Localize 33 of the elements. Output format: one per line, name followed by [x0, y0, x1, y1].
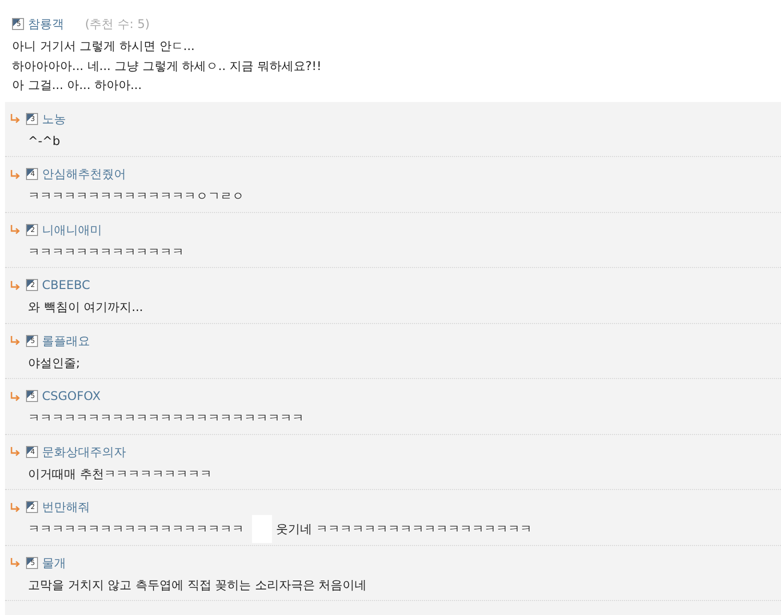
author-name[interactable]: 롤플래요: [42, 332, 90, 348]
reply-arrow-icon: [10, 502, 20, 512]
recommend-count: (추천 수: 5): [85, 16, 150, 32]
author-name[interactable]: 문화상대주의자: [42, 444, 126, 460]
reply-arrow-icon: [10, 558, 20, 567]
author-name[interactable]: CBEEBC: [42, 277, 90, 293]
comment-text: 아니 거기서 그렇게 하시면 안ㄷ...: [12, 38, 196, 55]
reply-text: ㅋㅋㅋㅋㅋㅋㅋㅋㅋㅋㅋㅋㅋㅋㅋㅋㅋㅋㅋㅋㅋㅋㅋ: [28, 410, 304, 427]
reply-text: 야설인줄;: [28, 354, 80, 372]
reply-arrow-icon: [10, 447, 20, 456]
reply-text: ㅋㅋㅋㅋㅋㅋㅋㅋㅋㅋㅋㅋㅋ: [28, 244, 184, 260]
reply-text: ㅋㅋㅋㅋㅋㅋㅋㅋㅋㅋㅋㅋㅋㅋㅋㅋㅋㅋ: [28, 521, 244, 538]
reply-text: 이거때매 추천ㅋㅋㅋㅋㅋㅋㅋㅋㅋ: [28, 466, 212, 482]
reply-arrow-icon: [10, 225, 20, 234]
reply-arrow-icon: [10, 280, 20, 290]
author-name[interactable]: 물개: [42, 554, 66, 570]
reply-arrow-icon: [10, 336, 20, 345]
reply-text: 웃기네 ㅋㅋㅋㅋㅋㅋㅋㅋㅋㅋㅋㅋㅋㅋㅋㅋㅋㅋ: [276, 521, 532, 538]
reply-text: ^-^b: [28, 132, 60, 150]
reply-arrow-icon: [10, 114, 20, 123]
author-name[interactable]: CSGOFOX: [42, 388, 101, 404]
reply-text: ㅋㅋㅋㅋㅋㅋㅋㅋㅋㅋㅋㅋㅋㅋㅇㄱㄹㅇ: [28, 188, 244, 205]
comment-text: 아 그걸... 아... 하아아...: [12, 77, 143, 94]
author-name[interactable]: 참룡객: [28, 16, 64, 32]
author-name[interactable]: 번만해줘: [42, 499, 90, 515]
comment-text: 하아아아아... 네... 그냥 그렇게 하세ㅇ.. 지금 뭐하세요?!!: [12, 58, 322, 74]
author-name[interactable]: 안심해추천줬어: [42, 166, 126, 182]
reply-arrow-icon: [10, 170, 20, 178]
author-name[interactable]: 노농: [42, 110, 66, 126]
reply-text: 와 빽침이 여기까지...: [28, 299, 144, 316]
reply-text: 고막을 거치지 않고 측두엽에 직접 꽂히는 소리자극은 처음이네: [28, 576, 367, 594]
reply-arrow-icon: [10, 392, 20, 400]
author-name[interactable]: 니애니애미: [42, 222, 102, 238]
